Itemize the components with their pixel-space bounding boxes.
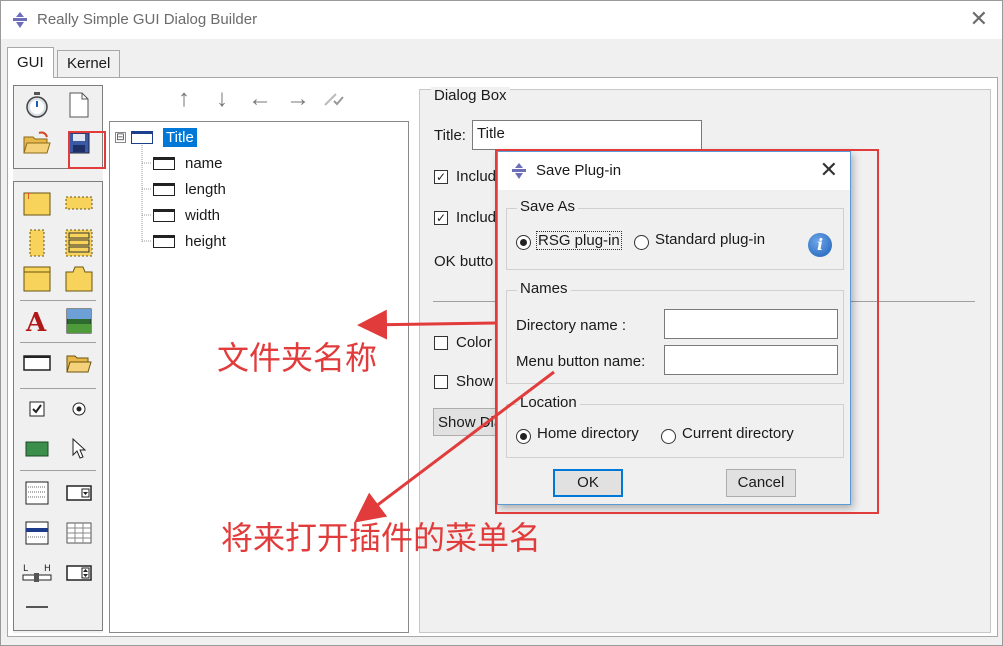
pointer-icon[interactable]	[64, 434, 94, 464]
title-bar: Really Simple GUI Dialog Builder ✕	[1, 1, 1002, 39]
open-folder-icon[interactable]	[22, 128, 52, 158]
picture-icon[interactable]	[64, 306, 94, 336]
tab-book-icon[interactable]	[22, 264, 52, 294]
main-window: Really Simple GUI Dialog Builder ✕ GUI K…	[0, 0, 1003, 646]
radio-button-icon[interactable]	[64, 394, 94, 424]
vertical-frame-icon[interactable]	[22, 228, 52, 258]
show-label: Show	[456, 373, 494, 390]
list-icon[interactable]	[22, 478, 52, 508]
dialog-highlight	[495, 149, 879, 514]
tree-root-node[interactable]: Title	[131, 126, 197, 148]
tab-item-icon[interactable]	[64, 264, 94, 294]
move-left-arrow-icon[interactable]: ←	[247, 87, 273, 113]
text-field-node-icon	[153, 234, 175, 248]
move-up-arrow-icon[interactable]: ↑	[171, 87, 197, 113]
folder-name-annotation: 文件夹名称	[217, 339, 378, 377]
tree-node-label: length	[185, 180, 226, 198]
horizontal-frame-icon[interactable]	[64, 188, 94, 218]
tree-node-width[interactable]: width	[153, 204, 220, 226]
toolbar-separator	[20, 470, 96, 471]
toolbar-separator	[20, 300, 96, 301]
dialog-node-icon	[131, 130, 153, 144]
tree-node-label: height	[185, 232, 226, 250]
tree-node-label: width	[185, 206, 221, 224]
move-down-arrow-icon[interactable]: ↓	[209, 87, 235, 113]
svg-text:L: L	[23, 564, 28, 574]
move-right-arrow-icon[interactable]: →	[285, 87, 311, 113]
checkbox-icon[interactable]	[22, 394, 52, 424]
separator-icon[interactable]	[22, 592, 52, 622]
close-window-button[interactable]: ✕	[970, 7, 988, 31]
include-checkbox-1[interactable]: ✓	[434, 170, 448, 184]
delete-node-icon[interactable]	[321, 87, 347, 113]
label-text-icon[interactable]: A	[22, 306, 52, 336]
tree-node-name[interactable]: name	[153, 152, 223, 174]
table-icon[interactable]	[22, 518, 52, 548]
slider-icon[interactable]: LH	[22, 558, 52, 588]
toolbar-separator	[20, 388, 96, 389]
vertical-aligned-icon[interactable]	[64, 228, 94, 258]
widget-toolbar: T A L H	[13, 181, 103, 631]
save-button-highlight	[68, 131, 106, 169]
svg-text:H: H	[44, 564, 51, 574]
include-label-2: Includ	[456, 209, 497, 226]
menu-name-annotation: 将来打开插件的菜单名	[221, 519, 542, 557]
tree-node-label: name	[185, 154, 223, 172]
text-field-icon[interactable]	[22, 348, 52, 378]
color-label: Color	[456, 334, 492, 351]
color-checkbox[interactable]	[434, 336, 448, 350]
show-dialog-button[interactable]: Show Dia	[433, 408, 503, 436]
dialog-box-group-label: Dialog Box	[431, 87, 510, 104]
include-label-1: Includ	[456, 168, 497, 185]
text-field-node-icon	[153, 182, 175, 196]
dialog-frame-icon[interactable]: T	[22, 188, 52, 218]
collapse-node-icon[interactable]: ⊟	[115, 132, 126, 143]
toolbar-separator	[20, 342, 96, 343]
tab-kernel[interactable]: Kernel	[57, 50, 121, 77]
app-logo-icon	[13, 12, 27, 28]
table-grid-icon[interactable]	[64, 518, 94, 548]
tree-node-length[interactable]: length	[153, 178, 226, 200]
ok-button-label: OK butto	[434, 253, 494, 270]
combo-list-icon[interactable]	[22, 434, 52, 464]
tree-root-label: Title	[163, 127, 197, 147]
stopwatch-icon[interactable]	[22, 90, 52, 120]
combo-box-icon[interactable]	[64, 478, 94, 508]
spinner-icon[interactable]	[64, 558, 94, 588]
title-label: Title:	[434, 127, 466, 144]
svg-text:T: T	[25, 192, 31, 201]
tree-node-height[interactable]: height	[153, 230, 226, 252]
text-field-node-icon	[153, 208, 175, 222]
new-document-icon[interactable]	[64, 90, 94, 120]
title-input[interactable]: Title	[472, 120, 702, 150]
svg-text:A: A	[25, 308, 47, 334]
include-checkbox-2[interactable]: ✓	[434, 211, 448, 225]
text-field-node-icon	[153, 156, 175, 170]
file-open-icon[interactable]	[64, 348, 94, 378]
tab-gui[interactable]: GUI	[7, 47, 54, 78]
window-title: Really Simple GUI Dialog Builder	[37, 11, 258, 28]
show-checkbox[interactable]	[434, 375, 448, 389]
